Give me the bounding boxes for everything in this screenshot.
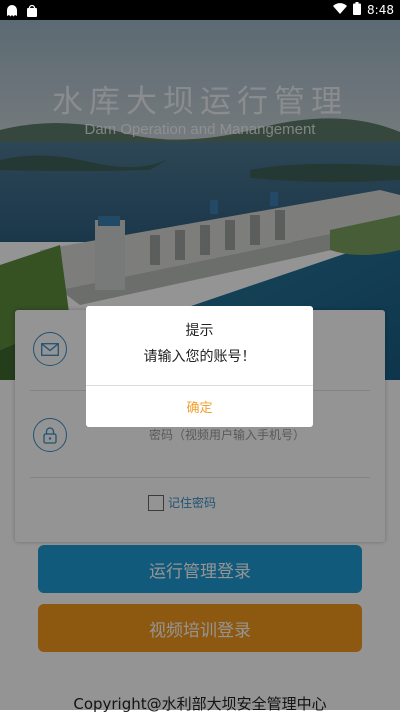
alert-dialog: 提示 请输入您的账号！ 确定 [86,306,313,427]
battery-icon [353,2,362,18]
wifi-icon [333,2,348,18]
dialog-confirm-button[interactable]: 确定 [86,386,313,427]
bag-icon [26,3,38,22]
ghost-icon [6,3,18,22]
status-bar: 8:48 [0,0,400,20]
clock-text: 8:48 [367,3,394,17]
dialog-message: 请输入您的账号！ [143,349,256,365]
dialog-title: 提示 [185,323,214,339]
